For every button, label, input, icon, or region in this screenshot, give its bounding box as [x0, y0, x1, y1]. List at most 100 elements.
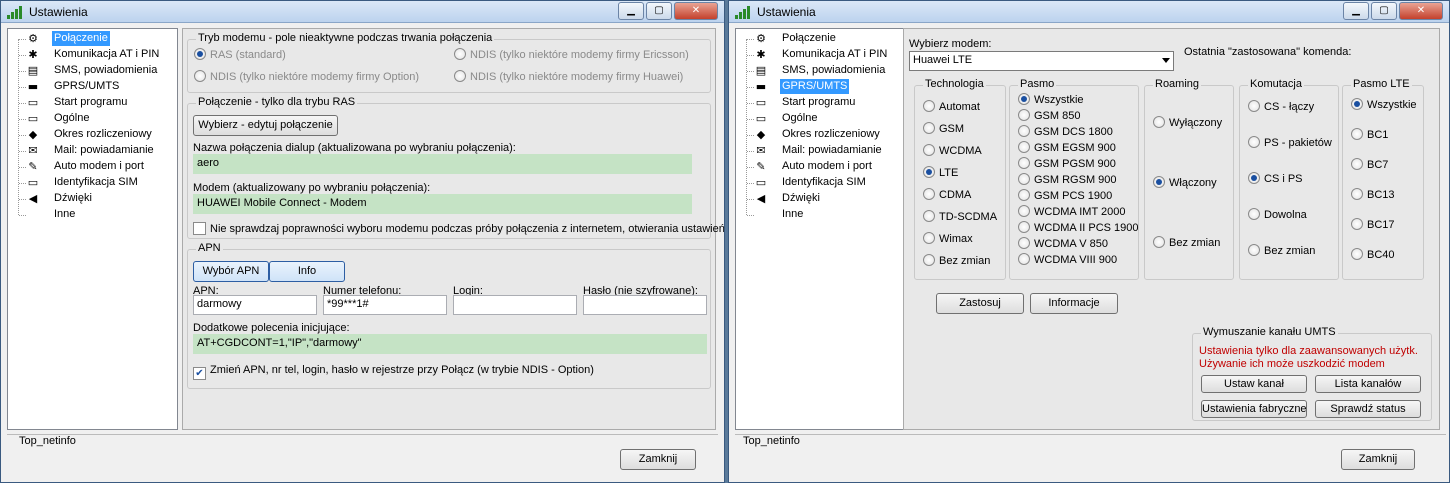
tree-item-identyfikacja-sim[interactable]: ▭ Identyfikacja SIM — [8, 175, 178, 191]
tree-item-polaczenie[interactable]: ⚙ Połączenie — [8, 31, 178, 47]
tree-item-ogolne[interactable]: ▭ Ogólne — [736, 111, 906, 127]
radio-technology-wimax[interactable]: Wimax — [923, 232, 973, 245]
tree-item-dzwieki[interactable]: ◀ Dźwięki — [736, 191, 906, 207]
title-bar[interactable]: Ustawienia ▁ ▢ ✕ — [1, 1, 724, 23]
info-button[interactable]: Info — [269, 261, 345, 282]
radio-band-wszystkie[interactable]: Wszystkie — [1018, 93, 1084, 106]
radio-lte_band-bc7[interactable]: BC7 — [1351, 158, 1388, 171]
tree-item-polaczenie[interactable]: ⚙ Połączenie — [736, 31, 906, 47]
radio-lte_band-bc1[interactable]: BC1 — [1351, 128, 1388, 141]
modem-select[interactable]: Huawei LTE — [909, 51, 1174, 71]
radio-band-gsm-dcs-1800[interactable]: GSM DCS 1800 — [1018, 125, 1113, 138]
radio-band-wcdma-v-850[interactable]: WCDMA V 850 — [1018, 237, 1108, 250]
radio-band-gsm-850[interactable]: GSM 850 — [1018, 109, 1080, 122]
check-status-button[interactable]: Sprawdź status — [1315, 400, 1421, 418]
change-apn-registry-checkbox[interactable]: ✔ Zmień APN, nr tel, login, hasło w rejes… — [193, 364, 594, 380]
channel-list-button[interactable]: Lista kanałów — [1315, 375, 1421, 393]
radio-technology-wcdma[interactable]: WCDMA — [923, 144, 982, 157]
tree-item-mail-powiadamianie[interactable]: ✉ Mail: powiadamianie — [736, 143, 906, 159]
radio-band-gsm-pcs-1900[interactable]: GSM PCS 1900 — [1018, 189, 1112, 202]
radio-band-wcdma-viii-900[interactable]: WCDMA VIII 900 — [1018, 253, 1117, 266]
settings-tree[interactable]: ⚙ Połączenie ✱ Komunikacja AT i PIN ▤ SMS, po… — [7, 28, 178, 430]
radio-ndis-ericsson[interactable]: NDIS (tylko niektóre modemy firmy Ericss… — [454, 48, 689, 61]
tree-item-ogolne[interactable]: ▭ Ogólne — [8, 111, 178, 127]
radio-switching-dowolna[interactable]: Dowolna — [1248, 208, 1307, 221]
tree-item-mail-powiadamianie[interactable]: ✉ Mail: powiadamianie — [8, 143, 178, 159]
radio-switching-ps-pakietow[interactable]: PS - pakietów — [1248, 136, 1332, 149]
minimize-button[interactable]: ▁ — [618, 2, 644, 20]
tree-item-inne[interactable]: Inne — [8, 207, 178, 223]
tree-item-okres-rozliczeniowy[interactable]: ◆ Okres rozliczeniowy — [736, 127, 906, 143]
apn-input[interactable]: darmowy — [193, 295, 317, 315]
tree-item-sms-powiadomienia[interactable]: ▤ SMS, powiadomienia — [736, 63, 906, 79]
set-channel-button[interactable]: Ustaw kanał — [1201, 375, 1307, 393]
minimize-button[interactable]: ▁ — [1343, 2, 1369, 20]
tree-branch — [747, 119, 754, 120]
tree-item-auto-modem-i-port[interactable]: ✎ Auto modem i port — [8, 159, 178, 175]
radio-ndis-huawei[interactable]: NDIS (tylko niektóre modemy firmy Huawei… — [454, 70, 683, 83]
information-button[interactable]: Informacje — [1030, 293, 1118, 314]
tree-item-komunikacja-at-i-pin[interactable]: ✱ Komunikacja AT i PIN — [736, 47, 906, 63]
dialup-name-field[interactable]: aero — [193, 154, 692, 174]
radio-lte_band-bc13[interactable]: BC13 — [1351, 188, 1395, 201]
title-bar[interactable]: Ustawienia ▁ ▢ ✕ — [729, 1, 1449, 23]
radio-technology-td-scdma[interactable]: TD-SCDMA — [923, 210, 997, 223]
radio-technology-gsm[interactable]: GSM — [923, 122, 964, 135]
radio-technology-lte[interactable]: LTE — [923, 166, 958, 179]
init-commands-field[interactable]: AT+CGDCONT=1,"IP","darmowy" — [193, 334, 707, 354]
apn-group: APN Wybór APN Info APN: darmowy Numer te… — [187, 242, 711, 389]
radio-technology-automat[interactable]: Automat — [923, 100, 980, 113]
tree-item-okres-rozliczeniowy[interactable]: ◆ Okres rozliczeniowy — [8, 127, 178, 143]
skip-modem-check-checkbox[interactable]: Nie sprawdzaj poprawności wyboru modemu … — [193, 222, 724, 235]
radio-band-gsm-egsm-900[interactable]: GSM EGSM 900 — [1018, 141, 1116, 154]
tree-item-start-programu[interactable]: ▭ Start programu — [736, 95, 906, 111]
radio-band-gsm-rgsm-900[interactable]: GSM RGSM 900 — [1018, 173, 1117, 186]
radio-lte_band-bc40[interactable]: BC40 — [1351, 248, 1395, 261]
factory-settings-button[interactable]: Ustawienia fabryczne — [1201, 400, 1307, 418]
close-button[interactable]: Zamknij — [620, 449, 696, 470]
close-button[interactable]: Zamknij — [1341, 449, 1415, 470]
radio-band-gsm-pgsm-900[interactable]: GSM PGSM 900 — [1018, 157, 1116, 170]
radio-icon — [454, 70, 466, 82]
edit-connection-button[interactable]: Wybierz - edytuj połączenie — [193, 115, 338, 136]
tree-item-komunikacja-at-i-pin[interactable]: ✱ Komunikacja AT i PIN — [8, 47, 178, 63]
tree-item-start-programu[interactable]: ▭ Start programu — [8, 95, 178, 111]
radio-roaming-bez-zmian[interactable]: Bez zmian — [1153, 236, 1220, 249]
tree-item-gprs-umts[interactable]: ▬ GPRS/UMTS — [736, 79, 906, 95]
radio-icon — [1248, 244, 1260, 256]
radio-technology-cdma[interactable]: CDMA — [923, 188, 971, 201]
radio-lte_band-wszystkie[interactable]: Wszystkie — [1351, 98, 1417, 111]
radio-switching-cs-laczy[interactable]: CS - łączy — [1248, 100, 1314, 113]
phone-input[interactable]: *99***1# — [323, 295, 447, 315]
maximize-button[interactable]: ▢ — [1371, 2, 1397, 20]
close-window-button[interactable]: ✕ — [1399, 2, 1443, 20]
tree-item-label: Mail: powiadamianie — [54, 144, 154, 156]
group-title: Tryb modemu - pole nieaktywne podczas tr… — [196, 32, 495, 44]
radio-band-wcdma-ii-pcs-1900[interactable]: WCDMA II PCS 1900 — [1018, 221, 1139, 234]
tree-item-dzwieki[interactable]: ◀ Dźwięki — [8, 191, 178, 207]
maximize-button[interactable]: ▢ — [646, 2, 672, 20]
select-apn-button[interactable]: Wybór APN — [193, 261, 269, 282]
radio-technology-bez-zmian[interactable]: Bez zmian — [923, 254, 990, 267]
radio-lte_band-bc17[interactable]: BC17 — [1351, 218, 1395, 231]
tree-item-inne[interactable]: Inne — [736, 207, 906, 223]
speaker-icon: ◀ — [756, 192, 766, 205]
apply-button[interactable]: Zastosuj — [936, 293, 1024, 314]
radio-switching-cs-i-ps[interactable]: CS i PS — [1248, 172, 1303, 185]
tree-item-gprs-umts[interactable]: ▬ GPRS/UMTS — [8, 79, 178, 95]
status-text: Top_netinfo — [19, 435, 76, 447]
tree-item-sms-powiadomienia[interactable]: ▤ SMS, powiadomienia — [8, 63, 178, 79]
tree-item-identyfikacja-sim[interactable]: ▭ Identyfikacja SIM — [736, 175, 906, 191]
modem-field[interactable]: HUAWEI Mobile Connect - Modem — [193, 194, 692, 214]
settings-tree[interactable]: ⚙ Połączenie ✱ Komunikacja AT i PIN ▤ SMS, po… — [735, 28, 906, 430]
radio-roaming-wylaczony[interactable]: Wyłączony — [1153, 116, 1222, 129]
close-window-button[interactable]: ✕ — [674, 2, 718, 20]
login-input[interactable] — [453, 295, 577, 315]
radio-ras[interactable]: RAS (standard) — [194, 48, 286, 61]
password-input[interactable] — [583, 295, 707, 315]
radio-band-wcdma-imt-2000[interactable]: WCDMA IMT 2000 — [1018, 205, 1126, 218]
radio-switching-bez-zmian[interactable]: Bez zmian — [1248, 244, 1315, 257]
radio-roaming-wlaczony[interactable]: Włączony — [1153, 176, 1217, 189]
tree-item-auto-modem-i-port[interactable]: ✎ Auto modem i port — [736, 159, 906, 175]
radio-ndis-option[interactable]: NDIS (tylko niektóre modemy firmy Option… — [194, 70, 419, 83]
